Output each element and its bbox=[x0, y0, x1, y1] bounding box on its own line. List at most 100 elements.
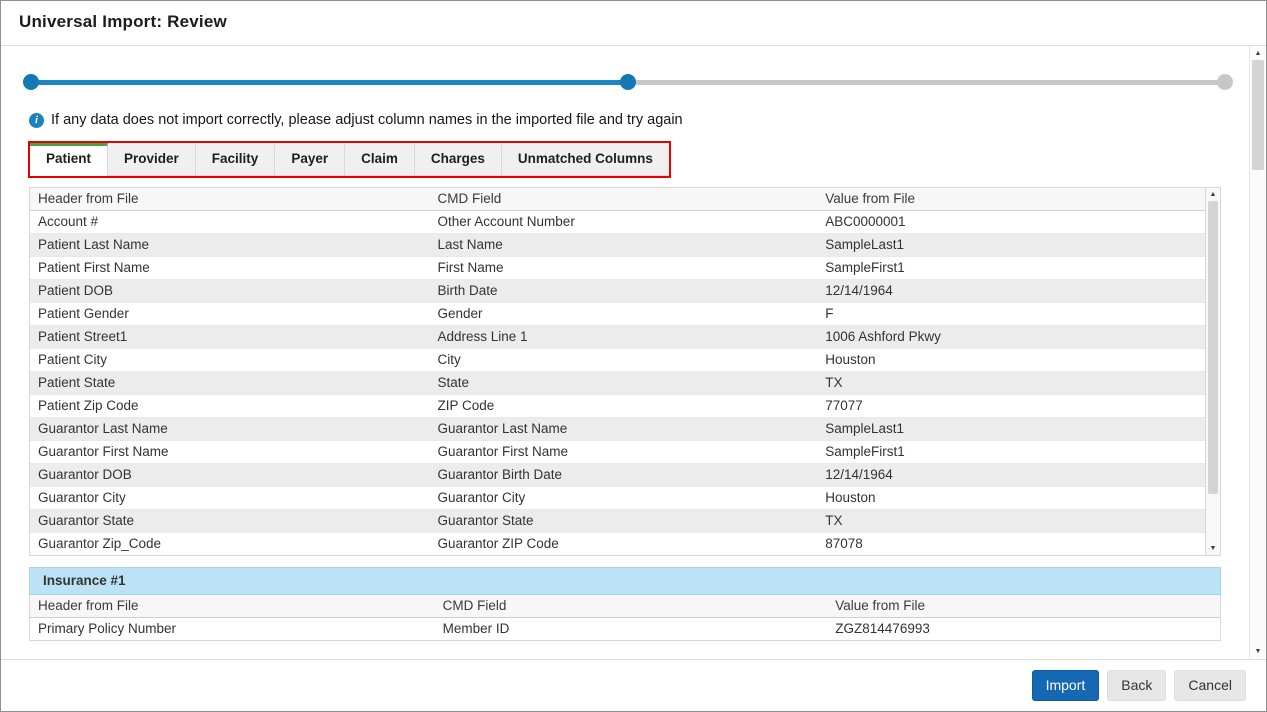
info-text: If any data does not import correctly, p… bbox=[51, 112, 683, 128]
page-scrollbar-thumb[interactable] bbox=[1252, 60, 1264, 170]
progress-line-complete bbox=[31, 80, 628, 85]
table-cell: 1006 Ashford Pkwy bbox=[817, 325, 1205, 349]
table-cell: Guarantor Last Name bbox=[30, 417, 430, 441]
table-row: Patient First Name First Name SampleFirst1 bbox=[30, 256, 1205, 280]
table-cell: Guarantor First Name bbox=[30, 440, 430, 464]
scrollbar-track[interactable] bbox=[1206, 201, 1220, 542]
table-cell: ZIP Code bbox=[429, 394, 818, 418]
column-header: Header from File bbox=[30, 188, 430, 211]
table-row: Guarantor Zip_Code Guarantor ZIP Code 8707… bbox=[30, 533, 1205, 556]
mapping-table: Header from File CMD Field Value from File… bbox=[30, 188, 1205, 555]
table-cell: Guarantor Birth Date bbox=[429, 463, 818, 487]
table-row: Patient Zip Code ZIP Code 77077 bbox=[30, 394, 1205, 418]
table-cell: First Name bbox=[429, 256, 818, 280]
column-header: Header from File bbox=[30, 595, 435, 618]
table-row: Guarantor First Name Guarantor First Name… bbox=[30, 440, 1205, 464]
info-banner: i If any data does not import correctly,… bbox=[29, 112, 1249, 128]
table-cell: Gender bbox=[429, 302, 818, 326]
table-cell: ABC0000001 bbox=[817, 210, 1205, 234]
table-cell: Member ID bbox=[442, 621, 510, 636]
scroll-up-arrow[interactable]: ▲ bbox=[1210, 190, 1217, 199]
progress-stepper bbox=[23, 74, 1233, 90]
table-row: Patient DOB Birth Date 12/14/1964 bbox=[30, 279, 1205, 303]
column-header: CMD Field bbox=[434, 595, 828, 618]
table-cell: Address Line 1 bbox=[429, 325, 818, 349]
table-row: Guarantor Last Name Guarantor Last Name Sa… bbox=[30, 417, 1205, 441]
progress-step-2-dot bbox=[620, 74, 636, 90]
table-scrollbar[interactable]: ▲ ▼ bbox=[1205, 188, 1220, 555]
tab-patient[interactable]: Patient bbox=[30, 143, 109, 176]
tab-bar: Patient Provider Facility Payer Claim Charges… bbox=[30, 143, 669, 176]
table-cell: SampleFirst1 bbox=[817, 440, 1205, 464]
tab-claim[interactable]: Claim bbox=[345, 143, 415, 176]
table-cell: F bbox=[817, 302, 1205, 326]
insurance-section: Insurance #1 Header from File CMD Field Va… bbox=[29, 567, 1221, 641]
cancel-button[interactable]: Cancel bbox=[1174, 670, 1246, 701]
table-cell: Patient DOB bbox=[30, 279, 430, 303]
insurance-table: Header from File CMD Field Value from File… bbox=[30, 595, 1220, 640]
table-cell: SampleFirst1 bbox=[817, 256, 1205, 280]
tab-payer[interactable]: Payer bbox=[275, 143, 346, 176]
import-button[interactable]: Import bbox=[1031, 670, 1100, 701]
table-row: Account # Other Account Number ABC0000001 bbox=[30, 210, 1205, 234]
table-cell: Patient First Name bbox=[30, 256, 430, 280]
scroll-down-arrow[interactable]: ▼ bbox=[1210, 544, 1217, 553]
table-cell: Other Account Number bbox=[429, 210, 818, 234]
table-row: Patient Last Name Last Name SampleLast1 bbox=[30, 233, 1205, 257]
table-cell: SampleLast1 bbox=[817, 233, 1205, 257]
table-cell: Patient Last Name bbox=[30, 233, 430, 257]
table-cell: Patient Gender bbox=[30, 302, 430, 326]
progress-step-1-dot bbox=[23, 74, 39, 90]
scrollbar-thumb[interactable] bbox=[1208, 201, 1218, 495]
page-scroll-up-arrow[interactable]: ▲ bbox=[1255, 49, 1262, 58]
table-cell: Houston bbox=[817, 486, 1205, 510]
progress-step-3-dot bbox=[1217, 74, 1233, 90]
content-area: i If any data does not import correctly,… bbox=[1, 46, 1249, 659]
table-cell: Guarantor State bbox=[429, 509, 818, 533]
insurance-table-container: Header from File CMD Field Value from File… bbox=[29, 595, 1221, 641]
table-row: Guarantor City Guarantor City Houston bbox=[30, 486, 1205, 510]
mapping-table-container: Header from File CMD Field Value from File… bbox=[29, 187, 1221, 556]
insurance-section-header: Insurance #1 bbox=[29, 567, 1221, 595]
tabs-annotation-box: Patient Provider Facility Payer Claim Charges… bbox=[28, 141, 671, 178]
mapping-table-header-row: Header from File CMD Field Value from File bbox=[30, 188, 1205, 211]
table-cell: Account # bbox=[30, 210, 430, 234]
tab-provider[interactable]: Provider bbox=[108, 143, 196, 176]
table-cell: Houston bbox=[817, 348, 1205, 372]
table-cell: Guarantor First Name bbox=[429, 440, 818, 464]
info-circle-icon: i bbox=[29, 112, 44, 128]
table-cell: ZGZ814476993 bbox=[835, 621, 930, 636]
table-cell: Guarantor ZIP Code bbox=[437, 536, 559, 551]
table-cell: Patient City bbox=[30, 348, 430, 372]
table-row: Patient City City Houston bbox=[30, 348, 1205, 372]
table-cell: Patient State bbox=[30, 371, 430, 395]
tab-charges[interactable]: Charges bbox=[414, 143, 502, 176]
page-scrollbar[interactable]: ▲ ▼ bbox=[1249, 46, 1266, 659]
table-cell: Last Name bbox=[429, 233, 818, 257]
table-cell: TX bbox=[817, 371, 1205, 395]
tab-facility[interactable]: Facility bbox=[195, 143, 276, 176]
table-cell: Guarantor DOB bbox=[30, 463, 430, 487]
table-cell: 77077 bbox=[817, 394, 1205, 418]
footer-action-bar: Import Back Cancel bbox=[1, 659, 1266, 711]
table-cell: City bbox=[429, 348, 818, 372]
table-cell: SampleLast1 bbox=[817, 417, 1205, 441]
page-scrollbar-track[interactable] bbox=[1250, 60, 1266, 645]
table-cell: 12/14/1964 bbox=[817, 279, 1205, 303]
table-cell: TX bbox=[817, 509, 1205, 533]
table-cell: Primary Policy Number bbox=[38, 621, 177, 636]
title-bar: Universal Import: Review bbox=[1, 1, 1266, 46]
tab-unmatched-columns[interactable]: Unmatched Columns bbox=[501, 143, 669, 176]
table-row: Guarantor DOB Guarantor Birth Date 12/14/1… bbox=[30, 463, 1205, 487]
table-cell: Guarantor Zip_Code bbox=[38, 536, 162, 551]
table-row: Guarantor State Guarantor State TX bbox=[30, 509, 1205, 533]
back-button[interactable]: Back bbox=[1107, 670, 1167, 701]
table-cell: Patient Zip Code bbox=[30, 394, 430, 418]
page-scroll-down-arrow[interactable]: ▼ bbox=[1255, 647, 1262, 656]
table-row: Patient State State TX bbox=[30, 371, 1205, 395]
table-cell: Guarantor City bbox=[30, 486, 430, 510]
table-cell: Guarantor City bbox=[429, 486, 818, 510]
table-cell: State bbox=[429, 371, 818, 395]
table-row: Patient Gender Gender F bbox=[30, 302, 1205, 326]
table-cell: Guarantor Last Name bbox=[429, 417, 818, 441]
